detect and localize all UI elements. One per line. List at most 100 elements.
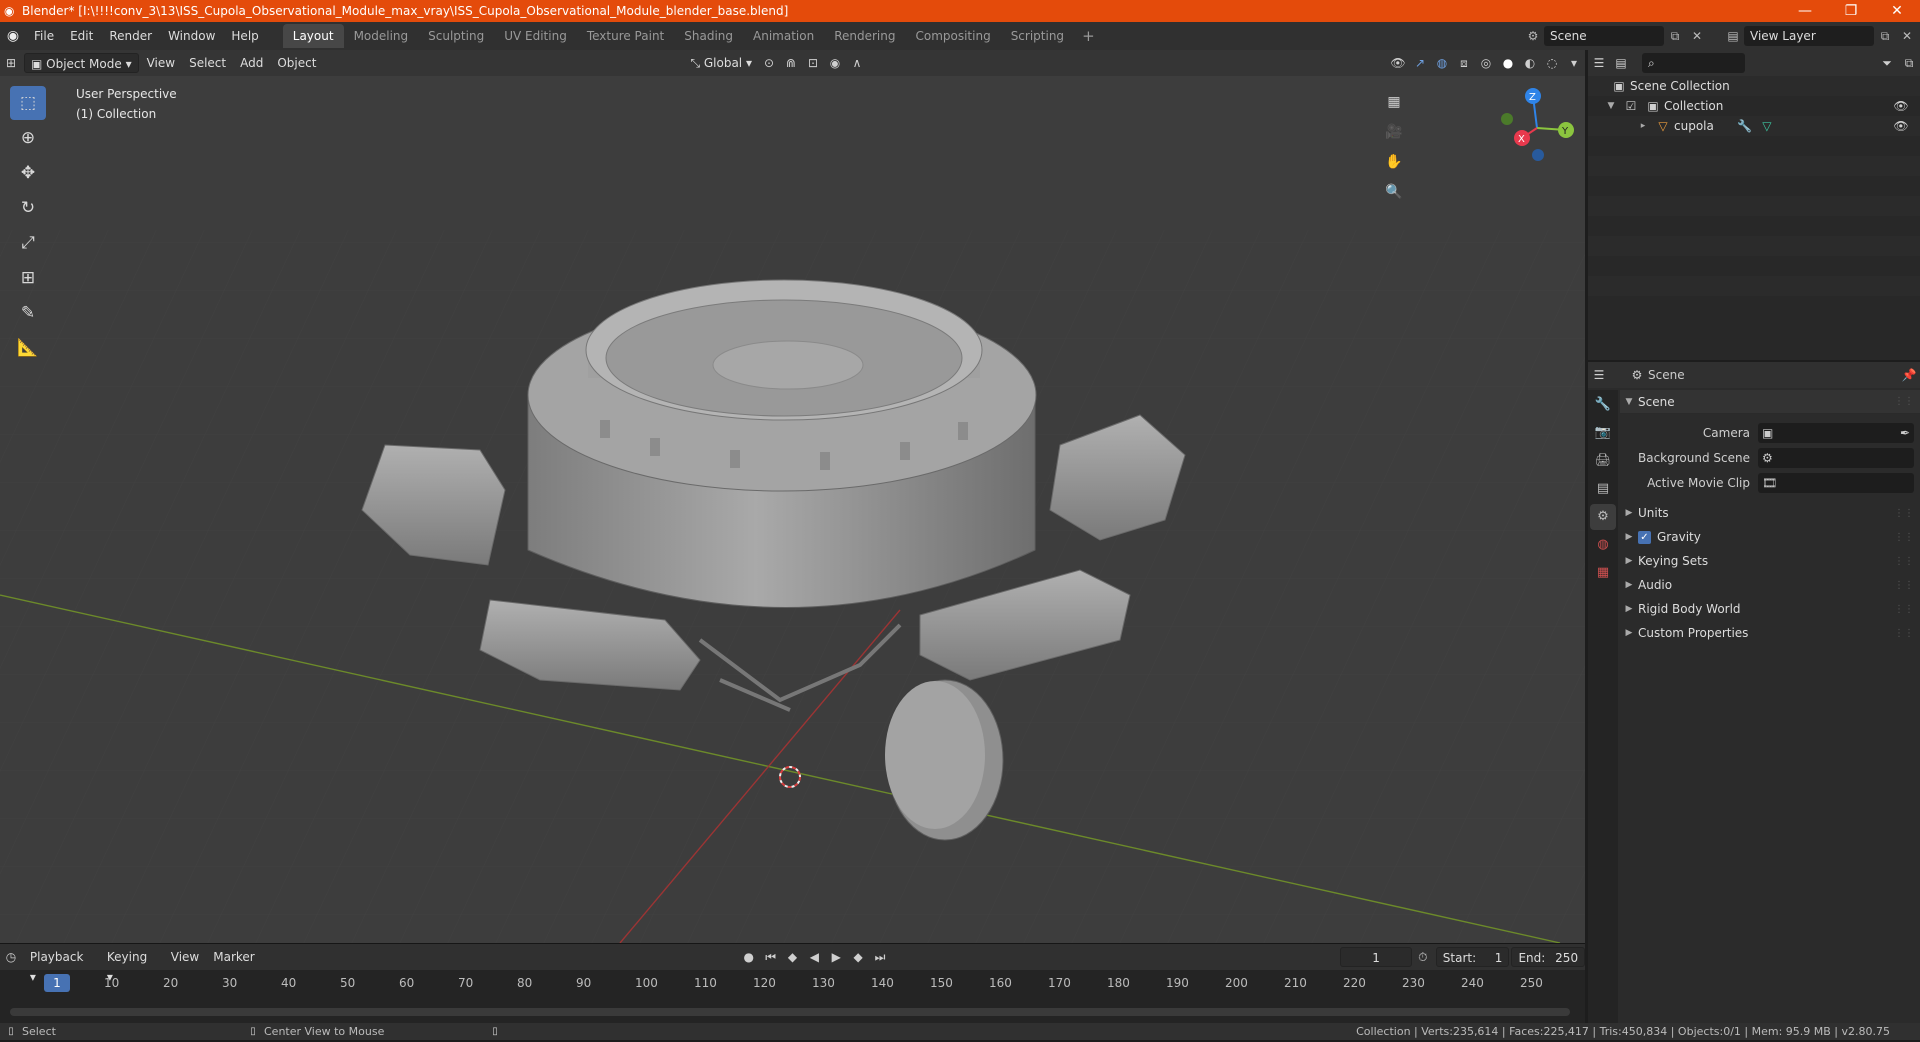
transform-tool-icon[interactable]: ⊞ xyxy=(10,261,46,295)
keying-sets-panel-header[interactable]: ▶ Keying Sets ⋮⋮ xyxy=(1620,549,1920,573)
world-tab-icon[interactable]: ◍ xyxy=(1590,532,1616,558)
gizmo-neg-z-axis[interactable] xyxy=(1532,149,1544,161)
drag-handle-icon[interactable]: ⋮⋮ xyxy=(1894,580,1914,591)
toggle-camera-grid-icon[interactable]: ▦ xyxy=(1380,88,1408,116)
viewport-menu-add[interactable]: Add xyxy=(234,53,269,73)
outliner-editor[interactable]: ☰ ▤ ⌕ ⏷ ⧉ ▣ Scene Collection ▼ ☑ ▣ Colle… xyxy=(1588,50,1920,360)
expand-arrow-icon[interactable]: ▶ xyxy=(1620,604,1638,614)
timeline-editor[interactable]: ◷ Playback ▾ Keying ▾ View Marker ● ⏮ ◆ … xyxy=(0,943,1586,1023)
3d-viewport[interactable]: Z Y X ⊞ ▣ Object Mode ▾ View Select Add … xyxy=(0,50,1585,943)
scene-tab-icon[interactable]: ⚙ xyxy=(1590,504,1616,530)
timeline-ruler[interactable]: 10 20 30 40 50 60 70 80 90 100 110 120 130 140 150 160 1… xyxy=(0,972,1585,998)
zoom-icon[interactable]: 🔍 xyxy=(1380,178,1408,206)
drag-handle-icon[interactable]: ⋮⋮ xyxy=(1894,556,1914,567)
outliner-editor-type-icon[interactable]: ☰ xyxy=(1588,53,1610,73)
snap-icon[interactable]: ⋒ xyxy=(780,53,802,73)
annotate-tool-icon[interactable]: ✎ xyxy=(10,296,46,330)
viewport-menu-select[interactable]: Select xyxy=(183,53,232,73)
timeline-menu-view[interactable]: View xyxy=(165,947,205,967)
scene-selector[interactable]: ⚙ Scene ⧉ ✕ xyxy=(1522,25,1708,47)
expand-arrow-icon[interactable]: ▼ xyxy=(1602,101,1620,111)
tab-uv-editing[interactable]: UV Editing xyxy=(494,24,577,48)
shading-options-icon[interactable]: ▾ xyxy=(1563,53,1585,73)
end-frame-field[interactable]: End: 250 xyxy=(1511,947,1586,967)
drag-handle-icon[interactable]: ⋮⋮ xyxy=(1894,532,1914,543)
render-tab-icon[interactable]: 📷 xyxy=(1590,420,1616,446)
rotate-tool-icon[interactable]: ↻ xyxy=(10,191,46,225)
active-movie-clip-field[interactable]: 🎞 xyxy=(1758,472,1914,493)
collapse-arrow-icon[interactable]: ▼ xyxy=(1620,397,1638,407)
measure-tool-icon[interactable]: 📐 xyxy=(10,331,46,365)
pivot-point-icon[interactable]: ⊙ xyxy=(758,53,780,73)
expand-arrow-icon[interactable]: ▶ xyxy=(1620,532,1638,542)
outliner-row-scene-collection[interactable]: ▣ Scene Collection xyxy=(1588,76,1920,96)
new-collection-icon[interactable]: ⧉ xyxy=(1898,53,1920,73)
mesh-data-icon[interactable]: ▽ xyxy=(1756,116,1778,136)
menu-file[interactable]: File xyxy=(26,22,62,50)
gizmo-neg-y-axis[interactable] xyxy=(1501,113,1513,125)
outliner-row-cupola[interactable]: ▸ ▽ cupola 🔧 ▽ 👁 xyxy=(1588,116,1920,136)
wireframe-shading-icon[interactable]: ◎ xyxy=(1475,53,1497,73)
expand-arrow-icon[interactable]: ▶ xyxy=(1620,556,1638,566)
new-view-layer-icon[interactable]: ⧉ xyxy=(1874,29,1896,44)
pan-hand-icon[interactable]: ✋ xyxy=(1380,148,1408,176)
tab-animation[interactable]: Animation xyxy=(743,24,824,48)
tool-tab-icon[interactable]: 🔧 xyxy=(1590,392,1616,418)
properties-editor[interactable]: ☰ ⚙ Scene 📌 🔧 📷 🖨 ▤ ⚙ ◍ ▦ ▼ Scene ⋮⋮ Cam… xyxy=(1588,362,1920,1023)
viewport-menu-object[interactable]: Object xyxy=(271,53,322,73)
view-layer-tab-icon[interactable]: ▤ xyxy=(1590,476,1616,502)
playhead[interactable]: 1 xyxy=(44,974,70,992)
minimize-icon[interactable]: — xyxy=(1782,3,1828,19)
gravity-checkbox[interactable]: ✓ xyxy=(1638,530,1651,544)
delete-scene-icon[interactable]: ✕ xyxy=(1686,29,1708,43)
new-scene-icon[interactable]: ⧉ xyxy=(1664,29,1686,44)
overlay-toggle-icon[interactable]: ◍ xyxy=(1431,53,1453,73)
play-icon[interactable]: ▶ xyxy=(825,947,847,967)
blender-menu-icon[interactable]: ◉ xyxy=(0,28,26,44)
modifier-wrench-icon[interactable]: 🔧 xyxy=(1734,116,1756,136)
timeline-scrollbar[interactable] xyxy=(10,1008,1570,1016)
camera-field[interactable]: ▣ ✒ xyxy=(1758,422,1914,443)
jump-end-icon[interactable]: ⏭ xyxy=(869,947,891,967)
next-keyframe-icon[interactable]: ◆ xyxy=(847,947,869,967)
solid-shading-icon[interactable]: ● xyxy=(1497,53,1519,73)
units-panel-header[interactable]: ▶ Units ⋮⋮ xyxy=(1620,501,1920,525)
menu-window[interactable]: Window xyxy=(160,22,223,50)
menu-edit[interactable]: Edit xyxy=(62,22,101,50)
tab-modeling[interactable]: Modeling xyxy=(344,24,419,48)
expand-arrow-icon[interactable]: ▶ xyxy=(1620,508,1638,518)
drag-handle-icon[interactable]: ⋮⋮ xyxy=(1894,604,1914,615)
eye-icon[interactable]: 👁 xyxy=(1890,116,1912,136)
start-frame-field[interactable]: Start: 1 xyxy=(1435,947,1510,967)
add-workspace-button[interactable]: + xyxy=(1074,27,1103,45)
scene-name-field[interactable]: Scene xyxy=(1544,26,1664,46)
timeline-menu-keying[interactable]: Keying ▾ xyxy=(101,947,163,984)
move-tool-icon[interactable]: ✥ xyxy=(10,156,46,190)
proportional-edit-icon[interactable]: ◉ xyxy=(824,53,846,73)
view-layer-name-field[interactable]: View Layer xyxy=(1744,26,1874,46)
timeline-menu-marker[interactable]: Marker xyxy=(207,947,260,967)
stopwatch-icon[interactable]: ⏱ xyxy=(1412,947,1434,967)
close-icon[interactable]: ✕ xyxy=(1874,3,1920,19)
texture-tab-icon[interactable]: ▦ xyxy=(1590,560,1616,586)
expand-arrow-icon[interactable]: ▶ xyxy=(1620,580,1638,590)
xray-toggle-icon[interactable]: ⧈ xyxy=(1453,53,1475,73)
menu-help[interactable]: Help xyxy=(223,22,266,50)
delete-view-layer-icon[interactable]: ✕ xyxy=(1896,29,1918,43)
view-layer-selector[interactable]: ▤ View Layer ⧉ ✕ xyxy=(1722,25,1918,47)
rendered-shading-icon[interactable]: ◌ xyxy=(1541,53,1563,73)
rigid-body-world-panel-header[interactable]: ▶ Rigid Body World ⋮⋮ xyxy=(1620,597,1920,621)
eye-icon[interactable]: 👁 xyxy=(1890,96,1912,116)
properties-editor-type-icon[interactable]: ☰ xyxy=(1588,365,1610,385)
eyedropper-icon[interactable]: ✒ xyxy=(1900,426,1910,440)
material-shading-icon[interactable]: ◐ xyxy=(1519,53,1541,73)
background-scene-field[interactable]: ⚙ xyxy=(1758,447,1914,468)
cursor-tool-icon[interactable]: ⊕ xyxy=(10,121,46,155)
timeline-menu-playback[interactable]: Playback ▾ xyxy=(24,947,99,984)
collection-checkbox-icon[interactable]: ☑ xyxy=(1620,96,1642,116)
tab-rendering[interactable]: Rendering xyxy=(824,24,905,48)
audio-panel-header[interactable]: ▶ Audio ⋮⋮ xyxy=(1620,573,1920,597)
gizmo-toggle-icon[interactable]: ↗ xyxy=(1409,53,1431,73)
filter-icon[interactable]: ⏷ xyxy=(1876,53,1898,73)
scale-tool-icon[interactable]: ⤢ xyxy=(10,226,46,260)
